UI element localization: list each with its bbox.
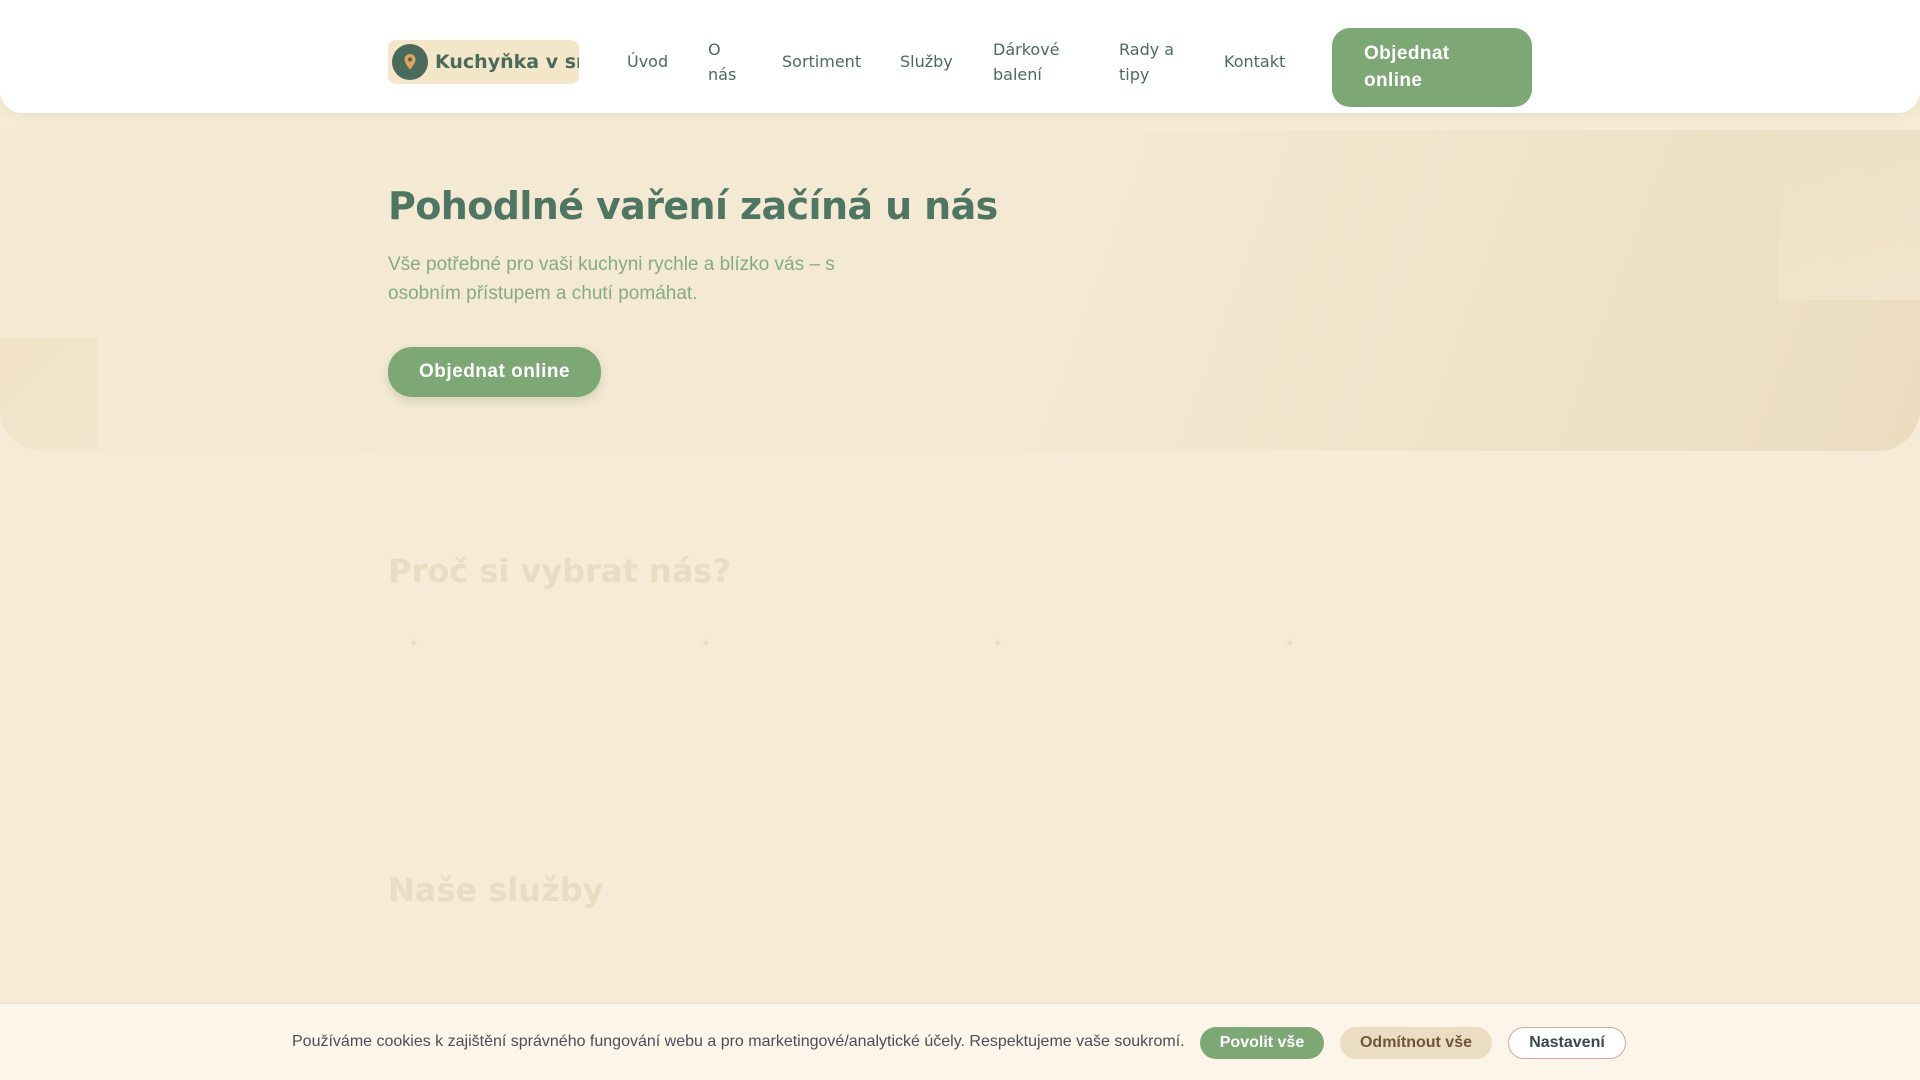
hero-decoration bbox=[0, 338, 98, 451]
feature-icon: ✦ bbox=[1284, 635, 1296, 651]
logo-text: Kuchyňka v srdci bbox=[435, 51, 579, 73]
feature-title bbox=[1284, 652, 1484, 680]
feature-icon: ✦ bbox=[992, 635, 1004, 651]
nav-item-o-nas[interactable]: O nás bbox=[708, 37, 744, 87]
feature-icon: ✦ bbox=[700, 635, 712, 651]
feature-card: ✦ bbox=[408, 635, 628, 728]
logo[interactable]: Kuchyňka v srdci bbox=[388, 40, 579, 84]
hero-title: Pohodlné vaření začíná u nás bbox=[388, 184, 998, 228]
feature-text bbox=[700, 680, 940, 728]
feature-title bbox=[408, 652, 628, 680]
nav-item-darkove-baleni[interactable]: Dárkové balení bbox=[993, 37, 1089, 87]
nav-item-sluzby[interactable]: Služby bbox=[900, 49, 953, 74]
hero-order-button[interactable]: Objednat online bbox=[388, 347, 601, 397]
hero-section: Pohodlné vaření začíná u nás Vše potřebn… bbox=[0, 130, 1920, 451]
cookie-bar: Používáme cookies k zajištění správného … bbox=[0, 1003, 1920, 1080]
cookie-settings-button[interactable]: Nastavení bbox=[1508, 1027, 1626, 1059]
feature-text bbox=[992, 680, 1212, 728]
feature-title bbox=[992, 652, 1212, 680]
feature-card: ✦ bbox=[700, 635, 940, 728]
hero-decoration bbox=[1778, 130, 1920, 300]
feature-text bbox=[408, 680, 628, 728]
cookie-text: Používáme cookies k zajištění správného … bbox=[292, 1033, 1185, 1050]
site-header: Kuchyňka v srdci Úvod O nás Sortiment Sl… bbox=[0, 0, 1920, 113]
feature-card: ✦ bbox=[992, 635, 1212, 728]
order-online-button[interactable]: Objednat online bbox=[1332, 28, 1532, 107]
hero-subtitle: Vše potřebné pro vaši kuchyni rychle a b… bbox=[388, 254, 835, 304]
why-section-title: Proč si vybrat nás? bbox=[388, 552, 731, 590]
feature-icon: ✦ bbox=[408, 635, 420, 651]
cookie-reject-all-button[interactable]: Odmítnout vše bbox=[1340, 1027, 1492, 1059]
nav-item-rady-a-tipy[interactable]: Rady a tipy bbox=[1119, 37, 1185, 87]
feature-title bbox=[700, 652, 940, 680]
pin-icon bbox=[392, 44, 428, 80]
nav-item-sortiment[interactable]: Sortiment bbox=[782, 49, 861, 74]
nav-item-uvod[interactable]: Úvod bbox=[627, 49, 668, 74]
feature-text bbox=[1284, 680, 1484, 728]
cookie-allow-all-button[interactable]: Povolit vše bbox=[1200, 1027, 1324, 1059]
services-section-title: Naše služby bbox=[388, 871, 604, 909]
nav-item-kontakt[interactable]: Kontakt bbox=[1224, 49, 1285, 74]
feature-card: ✦ bbox=[1284, 635, 1484, 728]
